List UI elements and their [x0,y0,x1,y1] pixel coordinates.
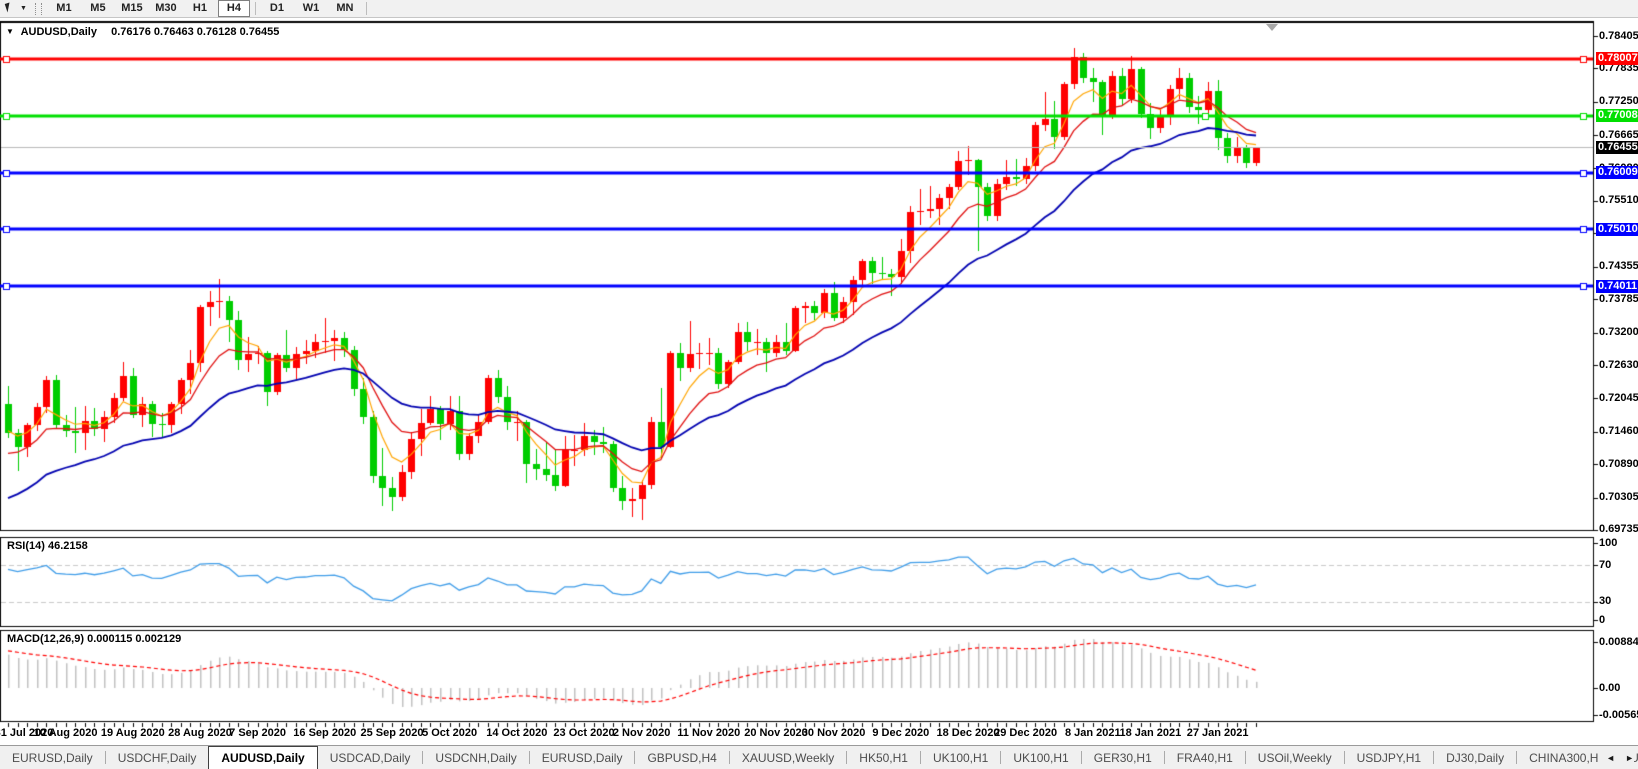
date-tick-label: 19 Aug 2020 [101,727,165,739]
cursor-tool-icon[interactable] [2,1,20,16]
price-tick-label: 0.78405 [1599,31,1638,42]
date-tick-label: 29 Dec 2020 [994,727,1057,739]
chart-tab-eurusd-daily-5[interactable]: EURUSD,Daily [530,746,635,769]
price-tick-label: 0.77250 [1599,96,1638,107]
timeframe-button-m30[interactable]: M30 [150,0,182,17]
date-tick-label: 18 Jan 2021 [1120,727,1182,739]
date-tick-label: 2 Nov 2020 [613,727,670,739]
chart-tab-uk100-h1-9[interactable]: UK100,H1 [921,746,1000,769]
macd-tick-label: 0.00 [1599,683,1620,694]
symbol-dropdown-icon[interactable]: ▼ [6,27,14,36]
price-tick-label: 0.73785 [1599,294,1638,305]
toolbar-separator [366,2,367,15]
price-tick-label: 0.75510 [1599,195,1638,206]
price-tick-label: 0.70890 [1599,459,1638,470]
hline-price-badge: 0.76009 [1596,166,1638,179]
rsi-tick-label: 70 [1599,560,1611,571]
tab-scroll-right-icon[interactable]: ► [1625,753,1634,763]
chart-tab-audusd-daily-2[interactable]: AUDUSD,Daily [208,746,317,769]
hline-price-badge: 0.74011 [1596,280,1638,293]
price-chart-canvas[interactable] [0,0,1638,768]
date-tick-label: 27 Jan 2021 [1187,727,1249,739]
date-tick-label: 14 Oct 2020 [486,727,547,739]
current-price-badge: 0.76455 [1596,141,1638,154]
chart-tab-usdjpy-h1-14[interactable]: USDJPY,H1 [1345,746,1433,769]
macd-tick-label: 0.00884 [1599,637,1638,648]
rsi-indicator-label: RSI(14) 46.2158 [7,540,88,552]
timeframe-button-m1[interactable]: M1 [48,0,80,17]
chart-tab-uk100-h1-10[interactable]: UK100,H1 [1001,746,1080,769]
price-tick-label: 0.71460 [1599,426,1638,437]
chart-tab-usdcnh-daily-4[interactable]: USDCNH,Daily [423,746,528,769]
chart-tab-hk50-h1-8[interactable]: HK50,H1 [847,746,920,769]
hline-price-badge: 0.78007 [1596,52,1638,65]
price-tick-label: 0.70305 [1599,492,1638,503]
date-tick-label: 5 Oct 2020 [422,727,477,739]
chevron-down-icon[interactable]: ▼ [20,5,27,12]
timeframe-button-w1[interactable]: W1 [295,0,327,17]
date-tick-label: 8 Jan 2021 [1065,727,1121,739]
toolbar-grip[interactable] [35,3,42,15]
mt4-window: { "toolbar": { "cursor_tool": "cursor-po… [0,0,1638,768]
date-tick-label: 23 Oct 2020 [553,727,614,739]
date-tick-label: 25 Sep 2020 [361,727,424,739]
chart-tab-dj30-daily-15[interactable]: DJ30,Daily [1434,746,1516,769]
chart-tab-usdcad-daily-3[interactable]: USDCAD,Daily [318,746,423,769]
timeframe-button-m5[interactable]: M5 [82,0,114,17]
macd-tick-label: -0.005651 [1599,710,1638,721]
date-tick-label: 20 Nov 2020 [744,727,808,739]
timeframe-toolbar: ▼ M1M5M15M30H1H4 D1W1MN [0,0,1638,18]
price-tick-label: 0.73200 [1599,327,1638,338]
chart-tab-usoil-weekly-13[interactable]: USOil,Weekly [1246,746,1344,769]
date-tick-label: 30 Nov 2020 [802,727,866,739]
chart-tab-gbpusd-h4-6[interactable]: GBPUSD,H4 [635,746,728,769]
tab-scroll-arrows: ◄ ► [1598,746,1634,769]
date-tick-label: 28 Aug 2020 [168,727,232,739]
ohlc-values: 0.76176 0.76463 0.76128 0.76455 [111,26,279,38]
price-tick-label: 0.72045 [1599,393,1638,404]
date-tick-label: 18 Dec 2020 [937,727,1000,739]
timeframe-button-m15[interactable]: M15 [116,0,148,17]
timeframe-button-mn[interactable]: MN [329,0,361,17]
chart-title: ▼ AUDUSD,Daily 0.76176 0.76463 0.76128 0… [6,26,279,38]
chart-tab-bar: EURUSD,DailyUSDCHF,DailyAUDUSD,DailyUSDC… [0,745,1638,769]
rsi-tick-label: 0 [1599,615,1605,626]
chart-tab-xauusd-weekly-7[interactable]: XAUUSD,Weekly [730,746,846,769]
chart-tab-ger30-h1-11[interactable]: GER30,H1 [1082,746,1164,769]
date-tick-label: 16 Sep 2020 [293,727,356,739]
symbol-period-label: AUDUSD,Daily [21,26,97,38]
timeframe-button-h4[interactable]: H4 [218,0,250,17]
rsi-tick-label: 100 [1599,538,1617,549]
timeframe-button-d1[interactable]: D1 [261,0,293,17]
hline-price-badge: 0.77008 [1596,109,1638,122]
price-tick-label: 0.76665 [1599,130,1638,141]
macd-indicator-label: MACD(12,26,9) 0.000115 0.002129 [7,633,181,645]
price-tick-label: 0.72630 [1599,360,1638,371]
price-tick-label: 0.74355 [1599,261,1638,272]
date-tick-label: 9 Dec 2020 [872,727,929,739]
chart-tab-eurusd-daily-0[interactable]: EURUSD,Daily [0,746,105,769]
price-tick-label: 0.69735 [1599,524,1638,535]
date-tick-label: 11 Nov 2020 [677,727,740,739]
tab-scroll-left-icon[interactable]: ◄ [1606,753,1615,763]
hline-price-badge: 0.75010 [1596,223,1638,236]
toolbar-separator [255,2,256,15]
date-tick-label: 10 Aug 2020 [34,727,98,739]
rsi-tick-label: 30 [1599,596,1611,607]
chart-tab-usdchf-daily-1[interactable]: USDCHF,Daily [106,746,209,769]
chart-shift-marker-icon[interactable] [1266,24,1278,31]
date-tick-label: 7 Sep 2020 [229,727,286,739]
chart-tab-fra40-h1-12[interactable]: FRA40,H1 [1165,746,1245,769]
timeframe-button-h1[interactable]: H1 [184,0,216,17]
